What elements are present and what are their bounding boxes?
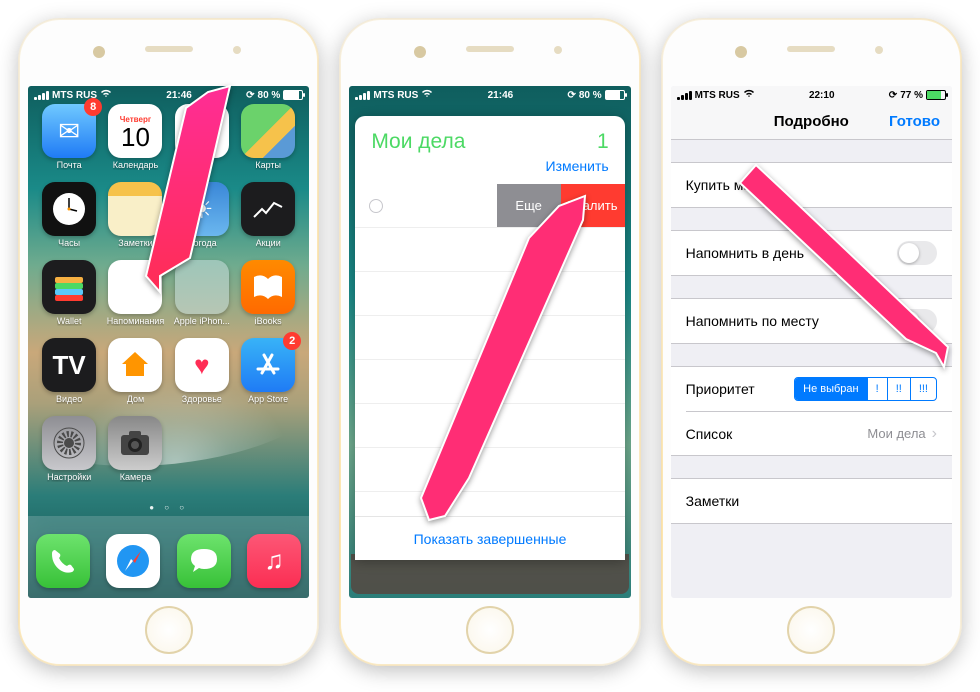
dock-messages[interactable]: [177, 534, 231, 588]
reminders-card: 1 Мои дела Изменить Еще Удалить Показать…: [355, 116, 624, 560]
swipe-actions: Еще Удалить: [497, 184, 625, 227]
phone-reminder-details: MTS RUS 22:10 ⟳ 77 % Подробно Готово Куп…: [661, 18, 962, 666]
more-button[interactable]: Еще: [497, 184, 561, 227]
list-title: Мои дела: [371, 130, 465, 153]
carrier-label: MTS RUS: [695, 90, 740, 101]
signal-icon: [355, 91, 370, 100]
phone-reminders-list: MTS RUS 21:46 ⟳ 80 % 1 Мои дела Изменить…: [339, 18, 640, 666]
phone-homescreen: MTS RUS 21:46 ⟳ 80 % ✉8Почта Четверг10Ка…: [18, 18, 319, 666]
toggle-remind-location[interactable]: [897, 309, 937, 333]
app-settings[interactable]: Настройки: [36, 416, 102, 482]
app-calendar[interactable]: Четверг10Календарь: [102, 104, 168, 170]
dock: ♫: [28, 516, 309, 598]
app-mail[interactable]: ✉8Почта: [36, 104, 102, 170]
clock-label: 21:46: [488, 90, 514, 101]
battery-icon: [283, 90, 303, 100]
stack-card-behind: [351, 554, 628, 594]
battery-icon: [926, 90, 946, 100]
app-health[interactable]: ♥Здоровье: [169, 338, 235, 404]
battery-pct: 80 %: [579, 90, 602, 101]
battery-icon: [605, 90, 625, 100]
app-home[interactable]: Дом: [102, 338, 168, 404]
clock-label: 21:46: [166, 90, 192, 101]
app-tv[interactable]: TVВидео: [36, 338, 102, 404]
badge-appstore: 2: [283, 332, 301, 350]
signal-icon: [677, 91, 692, 100]
nav-bar: Подробно Готово: [671, 104, 952, 140]
screen-reminders: MTS RUS 21:46 ⟳ 80 % 1 Мои дела Изменить…: [349, 86, 630, 598]
app-notes[interactable]: Заметки: [102, 182, 168, 248]
clock-label: 22:10: [809, 90, 835, 101]
dock-safari[interactable]: [106, 534, 160, 588]
home-button[interactable]: [145, 606, 193, 654]
app-clock[interactable]: Часы: [36, 182, 102, 248]
remind-day-cell[interactable]: Напомнить в день: [671, 231, 952, 275]
show-completed-button[interactable]: Показать завершенные: [355, 516, 624, 560]
remind-location-cell[interactable]: Напомнить по месту: [671, 299, 952, 343]
screen-home: MTS RUS 21:46 ⟳ 80 % ✉8Почта Четверг10Ка…: [28, 86, 309, 598]
page-title: Подробно: [774, 113, 849, 130]
reminder-row[interactable]: Еще Удалить: [355, 184, 624, 228]
list-cell[interactable]: Список Мои дела ›: [686, 411, 952, 455]
wifi-icon: [743, 89, 755, 101]
priority-cell[interactable]: Приоритет Не выбран ! !! !!!: [671, 367, 952, 411]
page-dots: ● ○ ○: [28, 503, 309, 512]
home-button[interactable]: [466, 606, 514, 654]
notes-cell[interactable]: Заметки: [671, 479, 952, 523]
reminder-title-field[interactable]: Купить масло: [671, 163, 952, 207]
chevron-right-icon: ›: [932, 425, 937, 443]
dock-phone[interactable]: [36, 534, 90, 588]
dock-music[interactable]: ♫: [247, 534, 301, 588]
screen-details: MTS RUS 22:10 ⟳ 77 % Подробно Готово Куп…: [671, 86, 952, 598]
app-photos[interactable]: Фото: [169, 104, 235, 170]
carrier-label: MTS RUS: [373, 90, 418, 101]
battery-pct: 77 %: [900, 90, 923, 101]
rotation-lock-icon: ⟳: [567, 90, 575, 101]
delete-button[interactable]: Удалить: [561, 184, 625, 227]
app-camera[interactable]: Камера: [102, 416, 168, 482]
battery-pct: 80 %: [258, 90, 281, 101]
app-weather[interactable]: ☀Погода: [169, 182, 235, 248]
rotation-lock-icon: ⟳: [889, 90, 897, 101]
wifi-icon: [421, 89, 433, 101]
home-button[interactable]: [787, 606, 835, 654]
signal-icon: [34, 91, 49, 100]
rotation-lock-icon: ⟳: [246, 90, 254, 101]
done-button[interactable]: Готово: [889, 113, 940, 130]
priority-segmented[interactable]: Не выбран ! !! !!!: [794, 377, 937, 401]
app-stocks[interactable]: Акции: [235, 182, 301, 248]
app-maps[interactable]: Карты: [235, 104, 301, 170]
checkbox-icon[interactable]: [369, 199, 383, 213]
carrier-label: MTS RUS: [52, 90, 97, 101]
list-count: 1: [597, 130, 609, 154]
wifi-icon: [100, 89, 112, 101]
app-wallet[interactable]: Wallet: [36, 260, 102, 326]
app-appstore[interactable]: 2App Store: [235, 338, 301, 404]
app-grid: ✉8Почта Четверг10Календарь Фото Карты Ча…: [28, 104, 309, 482]
app-folder[interactable]: Apple iPhon...: [169, 260, 235, 326]
app-ibooks[interactable]: iBooks: [235, 260, 301, 326]
toggle-remind-day[interactable]: [897, 241, 937, 265]
edit-button[interactable]: Изменить: [355, 158, 624, 184]
app-reminders[interactable]: Напоминания: [102, 260, 168, 326]
